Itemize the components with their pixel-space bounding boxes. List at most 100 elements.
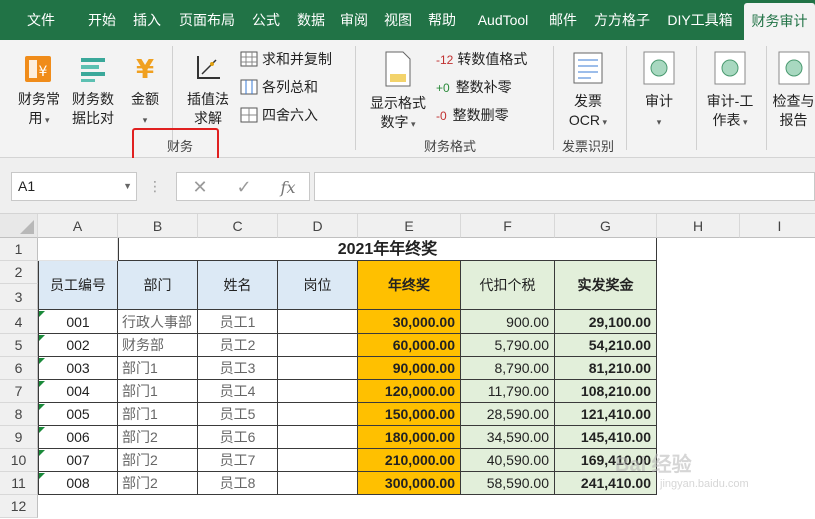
table-cell[interactable] [278, 472, 358, 495]
insert-function-icon[interactable]: fx [273, 173, 303, 202]
column-header-e[interactable]: E [358, 214, 461, 238]
table-cell[interactable] [278, 380, 358, 403]
table-cell[interactable]: 210,000.00 [358, 449, 461, 472]
table-cell[interactable]: 员工6 [198, 426, 278, 449]
pad-zero-button[interactable]: +0 整数补零 [436, 76, 512, 98]
invoice-ocr-button[interactable]: 发票OCR ▾ [562, 50, 614, 132]
tab-page-layout[interactable]: 页面布局 [174, 0, 240, 40]
table-cell[interactable]: 部门2 [118, 449, 198, 472]
table-cell[interactable]: 部门2 [118, 472, 198, 495]
delete-zero-button[interactable]: -0 整数删零 [436, 104, 509, 126]
cancel-icon[interactable]: ✕ [185, 173, 215, 202]
table-cell[interactable]: 150,000.00 [358, 403, 461, 426]
table-cell[interactable]: 003 [38, 357, 118, 380]
table-cell[interactable]: 54,210.00 [555, 334, 657, 357]
error-indicator-icon[interactable] [39, 450, 45, 456]
tab-review[interactable]: 审阅 [336, 0, 372, 40]
error-indicator-icon[interactable] [39, 358, 45, 364]
row-header-6[interactable]: 6 [0, 357, 38, 380]
error-indicator-icon[interactable] [39, 404, 45, 410]
error-indicator-icon[interactable] [39, 311, 45, 317]
table-cell[interactable]: 员工1 [198, 310, 278, 334]
table-cell[interactable]: 29,100.00 [555, 310, 657, 334]
table-cell[interactable] [278, 334, 358, 357]
row-header-10[interactable]: 10 [0, 449, 38, 472]
finance-common-button[interactable]: ¥ 财务常用 ▾ [14, 52, 64, 130]
table-cell[interactable]: 部门2 [118, 426, 198, 449]
table-cell[interactable]: 员工8 [198, 472, 278, 495]
formula-input[interactable] [314, 172, 815, 201]
table-cell[interactable]: 部门1 [118, 380, 198, 403]
tab-finance-audit[interactable]: 财务审计 [744, 3, 815, 40]
table-cell[interactable]: 120,000.00 [358, 380, 461, 403]
row-header-3[interactable]: 3 [0, 284, 38, 310]
table-cell[interactable]: 行政人事部 [118, 310, 198, 334]
row-header-5[interactable]: 5 [0, 334, 38, 357]
table-cell[interactable] [278, 357, 358, 380]
table-cell[interactable]: 30,000.00 [358, 310, 461, 334]
table-cell[interactable]: 108,210.00 [555, 380, 657, 403]
row-header-12[interactable]: 12 [0, 495, 38, 518]
table-cell[interactable] [278, 403, 358, 426]
column-header-a[interactable]: A [38, 214, 118, 238]
tab-file[interactable]: 文件 [14, 0, 68, 40]
interpolation-button[interactable]: 插值法求解 [183, 52, 233, 128]
cell-a1[interactable] [38, 238, 118, 261]
tab-fangfang[interactable]: 方方格子 [588, 0, 656, 40]
row-header-9[interactable]: 9 [0, 426, 38, 449]
error-indicator-icon[interactable] [39, 427, 45, 433]
tab-view[interactable]: 视图 [380, 0, 416, 40]
table-cell[interactable]: 40,590.00 [461, 449, 555, 472]
round-button[interactable]: 四舍六入 [240, 104, 318, 126]
column-header-c[interactable]: C [198, 214, 278, 238]
table-cell[interactable]: 002 [38, 334, 118, 357]
tab-audtool[interactable]: AudTool [468, 0, 538, 40]
error-indicator-icon[interactable] [39, 473, 45, 479]
column-title-1[interactable]: 部门 [118, 261, 198, 310]
to-number-format-button[interactable]: -12 转数值格式 [436, 48, 527, 70]
table-cell[interactable]: 员工5 [198, 403, 278, 426]
error-indicator-icon[interactable] [39, 381, 45, 387]
tab-diy-toolbox[interactable]: DIY工具箱 [662, 0, 738, 40]
table-cell[interactable]: 008 [38, 472, 118, 495]
row-header-8[interactable]: 8 [0, 403, 38, 426]
show-format-button[interactable]: 显示格式数字 ▾ [366, 50, 430, 134]
column-header-i[interactable]: I [740, 214, 815, 238]
column-title-2[interactable]: 姓名 [198, 261, 278, 310]
column-header-d[interactable]: D [278, 214, 358, 238]
table-cell[interactable] [278, 310, 358, 334]
table-cell[interactable]: 145,410.00 [555, 426, 657, 449]
table-cell[interactable] [278, 449, 358, 472]
name-box[interactable]: A1 ▼ [11, 172, 137, 201]
column-header-f[interactable]: F [461, 214, 555, 238]
table-cell[interactable]: 部门1 [118, 357, 198, 380]
table-cell[interactable]: 58,590.00 [461, 472, 555, 495]
table-cell[interactable]: 8,790.00 [461, 357, 555, 380]
audit-worksheet-button[interactable]: 审计-工作表 ▾ [702, 50, 758, 132]
row-header-2[interactable]: 2 [0, 261, 38, 284]
tab-data[interactable]: 数据 [292, 0, 330, 40]
table-cell[interactable]: 90,000.00 [358, 357, 461, 380]
table-cell[interactable]: 员工3 [198, 357, 278, 380]
amount-button[interactable]: ¥ 金额 ▾ [125, 52, 165, 130]
table-cell[interactable]: 004 [38, 380, 118, 403]
column-title-4[interactable]: 年终奖 [358, 261, 461, 310]
table-cell[interactable]: 60,000.00 [358, 334, 461, 357]
table-cell[interactable]: 员工7 [198, 449, 278, 472]
check-report-button[interactable]: 检查与报告 [772, 50, 815, 130]
table-cell[interactable] [278, 426, 358, 449]
table-cell[interactable]: 007 [38, 449, 118, 472]
tab-insert[interactable]: 插入 [128, 0, 166, 40]
table-cell[interactable]: 900.00 [461, 310, 555, 334]
select-all-corner[interactable] [0, 214, 38, 238]
audit-button[interactable]: 审计 ▾ [634, 50, 684, 132]
row-header-11[interactable]: 11 [0, 472, 38, 495]
table-cell[interactable]: 员工4 [198, 380, 278, 403]
column-header-g[interactable]: G [555, 214, 657, 238]
table-cell[interactable]: 员工2 [198, 334, 278, 357]
column-title-0[interactable]: 员工编号 [38, 261, 118, 310]
row-header-1[interactable]: 1 [0, 238, 38, 261]
table-cell[interactable]: 5,790.00 [461, 334, 555, 357]
column-header-b[interactable]: B [118, 214, 198, 238]
table-cell[interactable]: 部门1 [118, 403, 198, 426]
